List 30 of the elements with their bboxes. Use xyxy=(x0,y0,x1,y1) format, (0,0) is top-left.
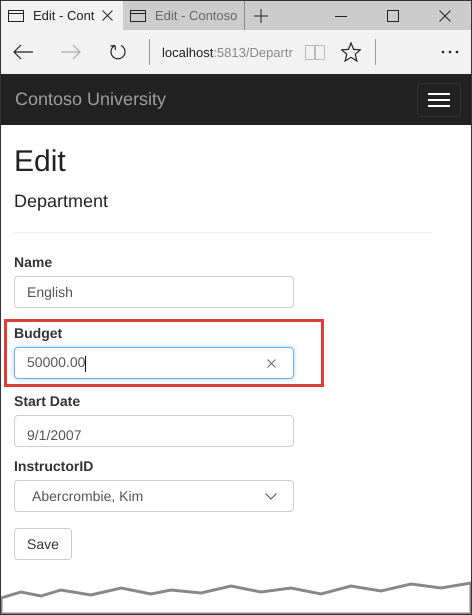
menu-icon xyxy=(428,92,450,108)
refresh-icon[interactable] xyxy=(109,43,127,61)
page-subtitle: Department xyxy=(14,191,110,212)
chevron-down-icon xyxy=(265,492,277,500)
input-field[interactable]: English xyxy=(14,276,294,308)
tab-title: Edit - Contoso xyxy=(155,8,238,23)
close-icon[interactable] xyxy=(439,10,451,22)
date-field[interactable]: 9/1/2007 xyxy=(14,415,294,447)
page-title: Edit xyxy=(14,145,67,179)
menu-button[interactable] xyxy=(417,82,461,116)
address-bar[interactable]: localhost:5813/Departr xyxy=(158,42,297,62)
dropdown[interactable]: Abercrombie, Kim xyxy=(14,480,294,512)
field-label: Start Date xyxy=(14,393,82,409)
close-icon[interactable] xyxy=(102,10,114,21)
plus-icon[interactable] xyxy=(254,8,268,22)
page-icon xyxy=(8,10,24,22)
brand-link[interactable]: Contoso University xyxy=(15,89,166,110)
star-icon[interactable] xyxy=(340,42,361,62)
save-button[interactable]: Save xyxy=(14,528,72,560)
tab-title: Edit - Cont xyxy=(33,8,94,23)
field-label: Budget xyxy=(14,325,64,341)
maximize-icon[interactable] xyxy=(387,10,399,22)
back-icon[interactable] xyxy=(13,44,33,60)
input-field[interactable]: 50000.00 xyxy=(14,347,294,379)
clear-icon[interactable] xyxy=(267,358,276,368)
more-icon[interactable] xyxy=(441,50,459,54)
browser-tab[interactable]: Edit - Cont xyxy=(1,1,123,30)
field-label: InstructorID xyxy=(14,458,94,474)
field-label: Name xyxy=(14,254,54,270)
page-icon xyxy=(130,10,146,22)
